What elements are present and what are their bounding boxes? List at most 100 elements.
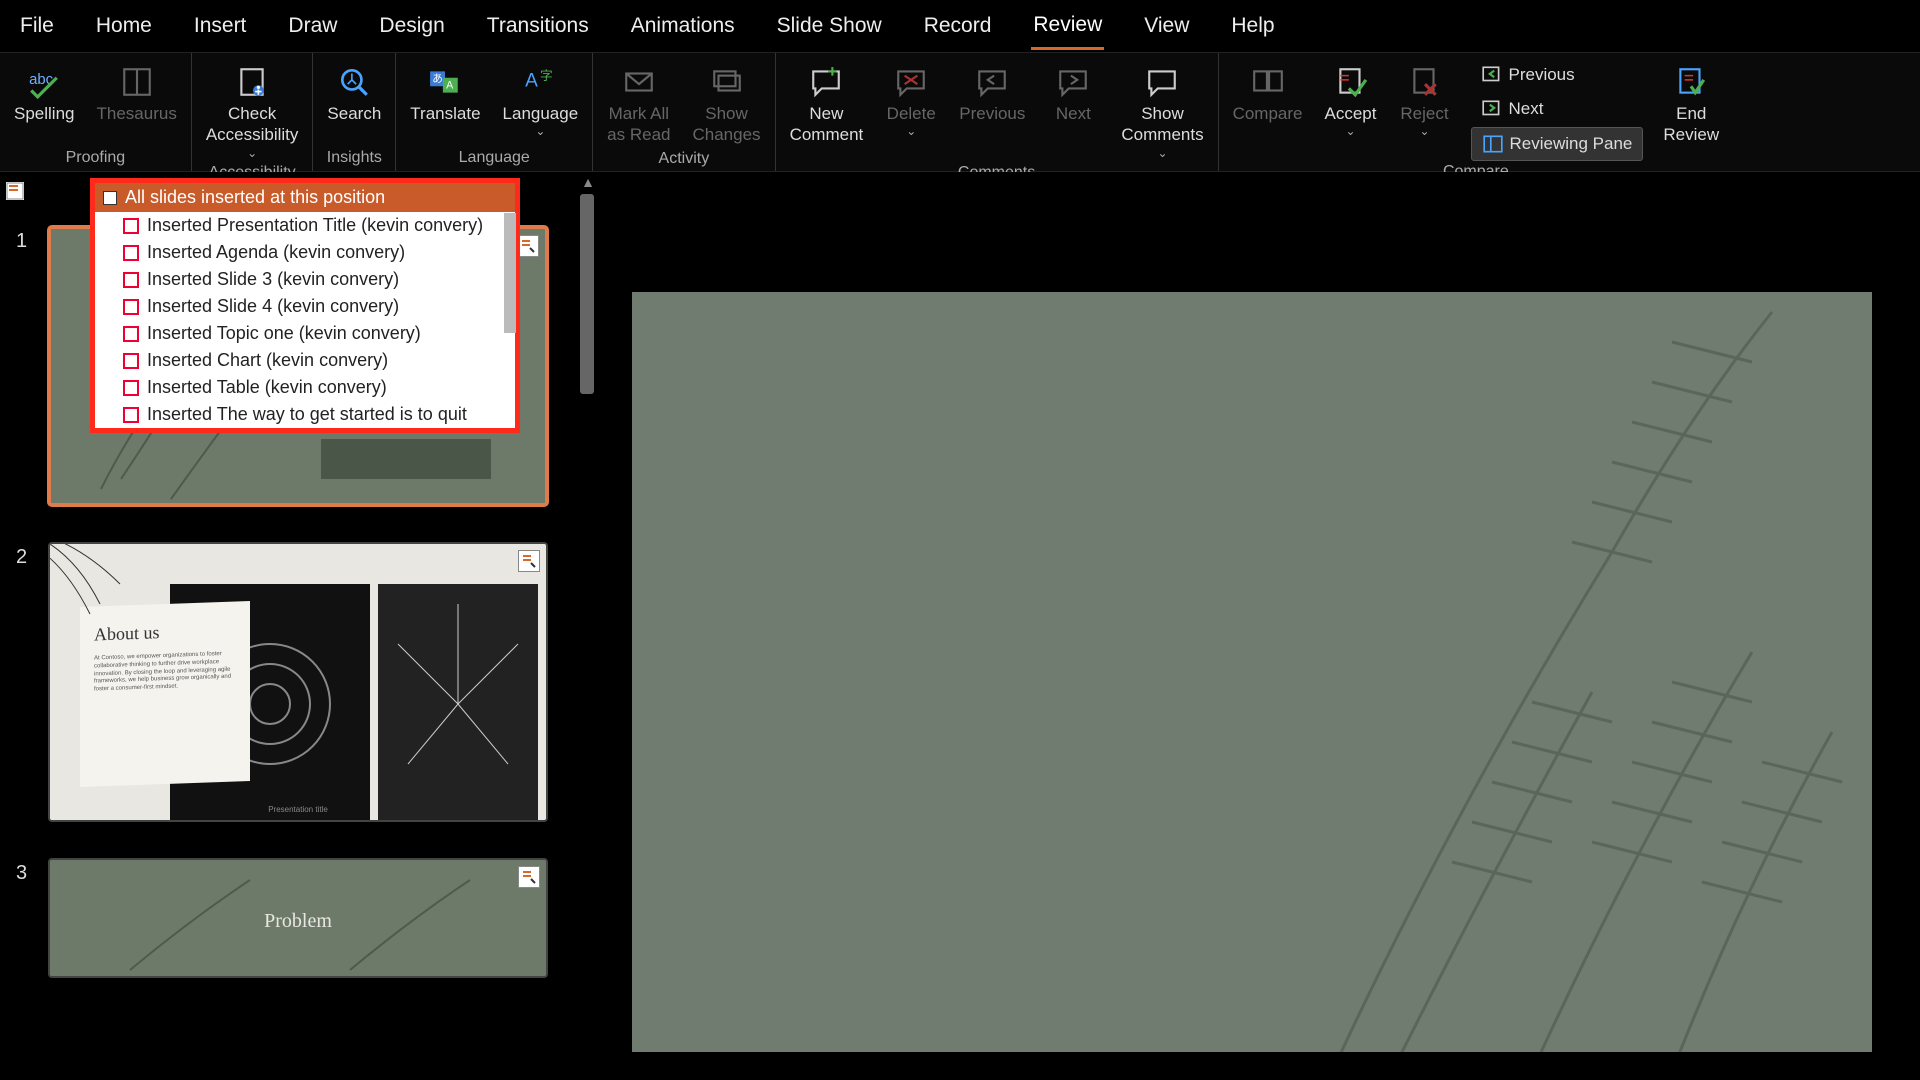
scroll-up-arrow[interactable]: ▲ [580, 174, 596, 190]
menu-review[interactable]: Review [1031, 3, 1104, 50]
spelling-icon: abc [27, 61, 61, 103]
checkbox-icon[interactable] [123, 218, 139, 234]
menu-insert[interactable]: Insert [192, 4, 249, 48]
revision-popup-header[interactable]: All slides inserted at this position [95, 183, 515, 212]
group-label-language: Language [402, 149, 586, 169]
show-changes-button[interactable]: Show Changes [685, 57, 769, 150]
group-label-proofing: Proofing [6, 149, 185, 169]
revision-item[interactable]: Inserted Presentation Title (kevin conve… [95, 212, 515, 239]
group-label-activity: Activity [599, 150, 768, 170]
delete-comment-button[interactable]: Delete ⌄ [877, 57, 945, 142]
menu-transitions[interactable]: Transitions [485, 4, 591, 48]
thesaurus-button[interactable]: Thesaurus [89, 57, 185, 128]
ribbon-group-compare: Compare Accept ⌄ Reject ⌄ Previous Next [1219, 53, 1734, 171]
svg-text:字: 字 [540, 68, 553, 83]
menu-draw[interactable]: Draw [286, 4, 339, 48]
show-comments-button[interactable]: Show Comments ⌄ [1113, 57, 1211, 164]
revision-changes-popup: All slides inserted at this position Ins… [90, 178, 520, 433]
slide-thumbnail-3[interactable]: 3 Problem [16, 858, 570, 978]
accept-button[interactable]: Accept ⌄ [1317, 57, 1385, 142]
revision-badge-icon[interactable] [518, 866, 540, 888]
slide3-title: Problem [50, 910, 546, 933]
revision-item[interactable]: Inserted Topic one (kevin convery) [95, 320, 515, 347]
about-us-body: At Contoso, we empower organizations to … [94, 651, 236, 695]
revision-badge-icon[interactable] [518, 550, 540, 572]
revision-marker-icon[interactable] [6, 182, 24, 200]
scrollbar-thumb[interactable] [580, 194, 594, 394]
accessibility-icon [235, 61, 269, 103]
slide-thumbnail-panel: ▲ 1 2 [0, 172, 600, 1080]
svg-text:A: A [525, 70, 538, 91]
reject-button[interactable]: Reject ⌄ [1391, 57, 1459, 142]
chevron-down-icon: ⌄ [1419, 124, 1429, 138]
slide-number: 1 [16, 226, 34, 253]
slide-fern-artwork [632, 292, 1872, 1052]
revision-item[interactable]: Inserted Slide 4 (kevin convery) [95, 293, 515, 320]
compare-previous-button[interactable]: Previous [1471, 59, 1644, 91]
menu-slideshow[interactable]: Slide Show [775, 4, 884, 48]
svg-text:A: A [446, 79, 454, 91]
delete-comment-icon [894, 61, 928, 103]
revision-popup-header-text: All slides inserted at this position [125, 187, 385, 208]
accept-icon [1334, 61, 1368, 103]
compare-button[interactable]: Compare [1225, 57, 1311, 128]
mark-all-read-button[interactable]: Mark All as Read [599, 57, 678, 150]
menu-help[interactable]: Help [1229, 4, 1276, 48]
checkbox-icon[interactable] [123, 272, 139, 288]
revision-item[interactable]: Inserted Agenda (kevin convery) [95, 239, 515, 266]
new-comment-icon [809, 61, 843, 103]
reviewing-pane-button[interactable]: Reviewing Pane [1471, 127, 1644, 161]
language-button[interactable]: A字 Language ⌄ [495, 57, 587, 142]
next-icon [1481, 97, 1503, 121]
chevron-down-icon: ⌄ [247, 146, 257, 160]
main-area: ▲ 1 2 [0, 172, 1920, 1080]
checkbox-icon[interactable] [123, 326, 139, 342]
check-accessibility-button[interactable]: Check Accessibility ⌄ [198, 57, 307, 164]
end-review-icon [1674, 61, 1708, 103]
svg-text:あ: あ [433, 73, 444, 85]
previous-icon [1481, 63, 1503, 87]
new-comment-button[interactable]: New Comment [782, 57, 872, 150]
translate-button[interactable]: あA Translate [402, 57, 488, 128]
slide-canvas[interactable] [632, 292, 1872, 1052]
next-comment-icon [1056, 61, 1090, 103]
next-comment-button[interactable]: Next [1039, 57, 1107, 128]
revision-item[interactable]: Inserted Chart (kevin convery) [95, 347, 515, 374]
checkbox-icon[interactable] [123, 245, 139, 261]
chevron-down-icon: ⌄ [906, 124, 916, 138]
checkbox-icon[interactable] [123, 299, 139, 315]
thesaurus-icon [120, 61, 154, 103]
ribbon-group-proofing: abc Spelling Thesaurus Proofing [0, 53, 192, 171]
end-review-button[interactable]: End Review [1655, 57, 1727, 150]
search-button[interactable]: Search [319, 57, 389, 128]
revision-item[interactable]: Inserted The way to get started is to qu… [95, 401, 515, 428]
ribbon-group-insights: Search Insights [313, 53, 396, 171]
corner-leaf-icon [48, 542, 160, 654]
mark-read-icon [622, 61, 656, 103]
spelling-button[interactable]: abc Spelling [6, 57, 83, 128]
compare-next-button[interactable]: Next [1471, 93, 1644, 125]
checkbox-icon[interactable] [123, 380, 139, 396]
chevron-down-icon: ⌄ [1345, 124, 1355, 138]
menu-record[interactable]: Record [922, 4, 994, 48]
reject-icon [1408, 61, 1442, 103]
previous-comment-button[interactable]: Previous [951, 57, 1033, 128]
revision-badge-icon[interactable] [517, 235, 539, 257]
group-label-insights: Insights [319, 149, 389, 169]
checkbox-icon[interactable] [123, 407, 139, 423]
checkbox-icon[interactable] [103, 191, 117, 205]
menu-file[interactable]: File [18, 4, 56, 48]
popup-scrollbar[interactable] [504, 213, 516, 333]
checkbox-icon[interactable] [123, 353, 139, 369]
menu-home[interactable]: Home [94, 4, 154, 48]
ribbon-group-activity: Mark All as Read Show Changes Activity [593, 53, 775, 171]
reviewing-pane-icon [1482, 132, 1504, 156]
language-icon: A字 [523, 61, 557, 103]
menu-design[interactable]: Design [377, 4, 446, 48]
menu-animations[interactable]: Animations [629, 4, 737, 48]
thumbnail-image: About us At Contoso, we empower organiza… [48, 542, 548, 822]
slide-thumbnail-2[interactable]: 2 About us At Contoso, we empower organi… [16, 542, 570, 822]
menu-view[interactable]: View [1142, 4, 1191, 48]
revision-item[interactable]: Inserted Table (kevin convery) [95, 374, 515, 401]
revision-item[interactable]: Inserted Slide 3 (kevin convery) [95, 266, 515, 293]
